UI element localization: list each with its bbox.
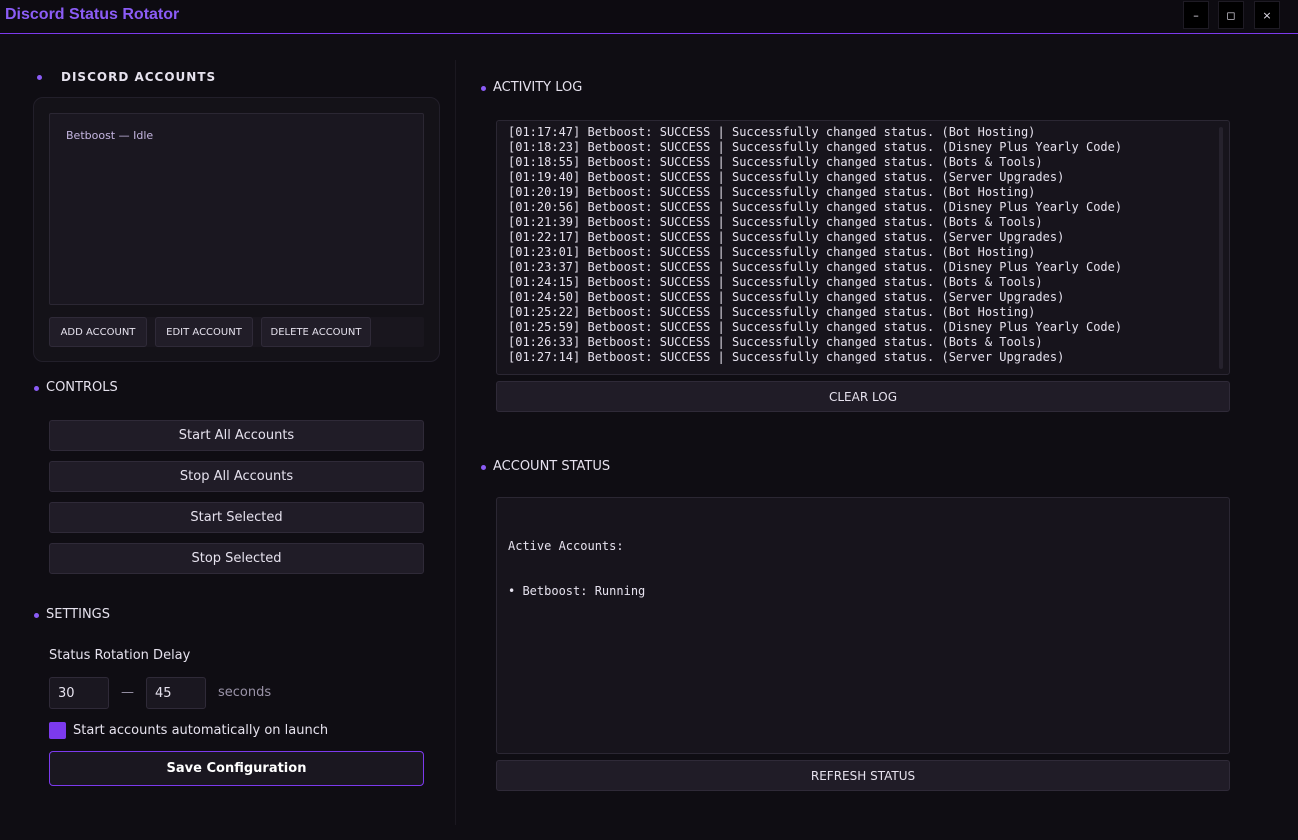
controls-section-title: CONTROLS (46, 380, 118, 395)
save-configuration-button[interactable]: Save Configuration (49, 751, 424, 786)
log-line: [01:21:39] Betboost: SUCCESS | Successfu… (508, 215, 1043, 229)
close-button[interactable]: × (1254, 1, 1280, 29)
clear-log-button[interactable]: CLEAR LOG (496, 381, 1230, 412)
column-divider (455, 60, 456, 825)
stop-all-button[interactable]: Stop All Accounts (49, 461, 424, 492)
max-delay-input[interactable]: 45 (146, 677, 206, 709)
status-lines: Active Accounts: • Betboost: Running (508, 509, 645, 629)
activity-log-box[interactable]: [01:17:47] Betboost: SUCCESS | Successfu… (496, 120, 1230, 375)
maximize-button[interactable]: ◻ (1218, 1, 1244, 29)
start-all-button[interactable]: Start All Accounts (49, 420, 424, 451)
log-line: [01:19:40] Betboost: SUCCESS | Successfu… (508, 170, 1065, 184)
title-bar: Discord Status Rotator – ◻ × (0, 0, 1298, 34)
edit-account-button[interactable]: EDIT ACCOUNT (155, 317, 253, 347)
stop-selected-button[interactable]: Stop Selected (49, 543, 424, 574)
account-status-box: Active Accounts: • Betboost: Running (496, 497, 1230, 754)
log-scrollbar[interactable] (1219, 127, 1223, 369)
section-bullet-icon (34, 386, 39, 391)
delay-label: Status Rotation Delay (49, 648, 191, 663)
start-selected-button[interactable]: Start Selected (49, 502, 424, 533)
account-list-item[interactable]: Betboost — Idle (66, 129, 153, 142)
range-separator: — (121, 685, 134, 700)
log-line: [01:24:50] Betboost: SUCCESS | Successfu… (508, 290, 1065, 304)
section-bullet-icon (481, 86, 486, 91)
log-line: [01:26:33] Betboost: SUCCESS | Successfu… (508, 335, 1043, 349)
accounts-section-title: DISCORD ACCOUNTS (61, 70, 217, 84)
log-line: [01:23:01] Betboost: SUCCESS | Successfu… (508, 245, 1036, 259)
log-line: [01:18:55] Betboost: SUCCESS | Successfu… (508, 155, 1043, 169)
autostart-label: Start accounts automatically on launch (73, 723, 329, 738)
activity-log-title: ACTIVITY LOG (493, 80, 583, 95)
status-line: • Betboost: Running (508, 584, 646, 598)
section-bullet-icon (37, 75, 42, 80)
log-line: [01:22:17] Betboost: SUCCESS | Successfu… (508, 230, 1065, 244)
min-delay-input[interactable]: 30 (49, 677, 109, 709)
minimize-button[interactable]: – (1183, 1, 1209, 29)
log-line: [01:18:23] Betboost: SUCCESS | Successfu… (508, 140, 1123, 154)
minimize-icon: – (1193, 8, 1199, 22)
log-line: [01:20:56] Betboost: SUCCESS | Successfu… (508, 200, 1123, 214)
log-line: [01:17:47] Betboost: SUCCESS | Successfu… (508, 125, 1036, 139)
section-bullet-icon (34, 613, 39, 618)
log-lines: [01:17:47] Betboost: SUCCESS | Successfu… (508, 125, 1122, 365)
maximize-icon: ◻ (1226, 8, 1236, 22)
log-line: [01:25:59] Betboost: SUCCESS | Successfu… (508, 320, 1123, 334)
log-line: [01:24:15] Betboost: SUCCESS | Successfu… (508, 275, 1043, 289)
account-status-title: ACCOUNT STATUS (493, 459, 611, 474)
close-icon: × (1262, 8, 1272, 22)
log-line: [01:27:14] Betboost: SUCCESS | Successfu… (508, 350, 1065, 364)
settings-section-title: SETTINGS (46, 607, 111, 622)
delete-account-button[interactable]: DELETE ACCOUNT (261, 317, 371, 347)
log-line: [01:20:19] Betboost: SUCCESS | Successfu… (508, 185, 1036, 199)
section-bullet-icon (481, 465, 486, 470)
log-line: [01:25:22] Betboost: SUCCESS | Successfu… (508, 305, 1036, 319)
refresh-status-button[interactable]: REFRESH STATUS (496, 760, 1230, 791)
delay-unit-label: seconds (218, 685, 272, 700)
app-title: Discord Status Rotator (5, 6, 180, 23)
account-list[interactable]: Betboost — Idle (49, 113, 424, 305)
add-account-button[interactable]: ADD ACCOUNT (49, 317, 147, 347)
autostart-checkbox[interactable] (49, 722, 66, 739)
log-line: [01:23:37] Betboost: SUCCESS | Successfu… (508, 260, 1123, 274)
status-heading: Active Accounts: (508, 539, 624, 553)
